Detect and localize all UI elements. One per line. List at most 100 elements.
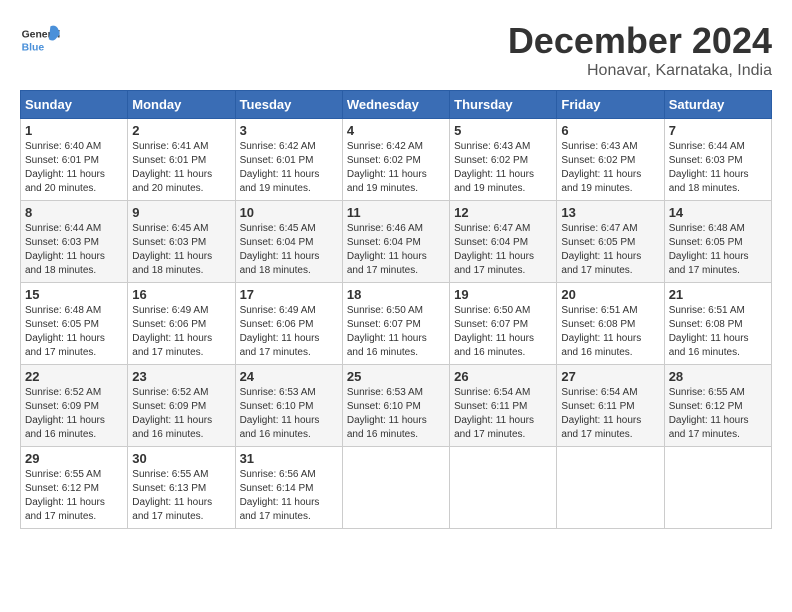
day-number: 20 <box>561 287 659 302</box>
calendar-day-cell: 9 Sunrise: 6:45 AMSunset: 6:03 PMDayligh… <box>128 201 235 283</box>
weekday-header: Thursday <box>450 91 557 119</box>
day-info: Sunrise: 6:51 AMSunset: 6:08 PMDaylight:… <box>669 305 749 358</box>
location: Honavar, Karnataka, India <box>508 62 772 80</box>
weekday-header: Saturday <box>664 91 771 119</box>
day-number: 2 <box>132 123 230 138</box>
day-info: Sunrise: 6:50 AMSunset: 6:07 PMDaylight:… <box>454 305 534 358</box>
calendar-week-row: 8 Sunrise: 6:44 AMSunset: 6:03 PMDayligh… <box>21 201 772 283</box>
day-info: Sunrise: 6:55 AMSunset: 6:13 PMDaylight:… <box>132 469 212 522</box>
weekday-header: Friday <box>557 91 664 119</box>
month-title: December 2024 <box>508 20 772 62</box>
day-number: 10 <box>240 205 338 220</box>
day-number: 3 <box>240 123 338 138</box>
weekday-header: Tuesday <box>235 91 342 119</box>
header-row: SundayMondayTuesdayWednesdayThursdayFrid… <box>21 91 772 119</box>
day-number: 27 <box>561 369 659 384</box>
calendar-week-row: 22 Sunrise: 6:52 AMSunset: 6:09 PMDaylig… <box>21 365 772 447</box>
day-number: 17 <box>240 287 338 302</box>
day-number: 22 <box>25 369 123 384</box>
calendar-day-cell <box>664 447 771 529</box>
day-number: 31 <box>240 451 338 466</box>
calendar-day-cell: 7 Sunrise: 6:44 AMSunset: 6:03 PMDayligh… <box>664 119 771 201</box>
day-info: Sunrise: 6:51 AMSunset: 6:08 PMDaylight:… <box>561 305 641 358</box>
day-info: Sunrise: 6:50 AMSunset: 6:07 PMDaylight:… <box>347 305 427 358</box>
logo-icon: General Blue <box>20 20 60 60</box>
day-number: 29 <box>25 451 123 466</box>
day-info: Sunrise: 6:53 AMSunset: 6:10 PMDaylight:… <box>240 387 320 440</box>
calendar-day-cell: 2 Sunrise: 6:41 AMSunset: 6:01 PMDayligh… <box>128 119 235 201</box>
day-info: Sunrise: 6:55 AMSunset: 6:12 PMDaylight:… <box>25 469 105 522</box>
calendar-week-row: 29 Sunrise: 6:55 AMSunset: 6:12 PMDaylig… <box>21 447 772 529</box>
day-number: 12 <box>454 205 552 220</box>
day-info: Sunrise: 6:56 AMSunset: 6:14 PMDaylight:… <box>240 469 320 522</box>
day-info: Sunrise: 6:48 AMSunset: 6:05 PMDaylight:… <box>669 223 749 276</box>
day-info: Sunrise: 6:46 AMSunset: 6:04 PMDaylight:… <box>347 223 427 276</box>
svg-text:Blue: Blue <box>22 42 45 53</box>
day-info: Sunrise: 6:43 AMSunset: 6:02 PMDaylight:… <box>561 141 641 194</box>
calendar-day-cell: 25 Sunrise: 6:53 AMSunset: 6:10 PMDaylig… <box>342 365 449 447</box>
day-info: Sunrise: 6:47 AMSunset: 6:05 PMDaylight:… <box>561 223 641 276</box>
day-number: 28 <box>669 369 767 384</box>
day-number: 25 <box>347 369 445 384</box>
day-info: Sunrise: 6:45 AMSunset: 6:03 PMDaylight:… <box>132 223 212 276</box>
calendar-day-cell: 15 Sunrise: 6:48 AMSunset: 6:05 PMDaylig… <box>21 283 128 365</box>
day-number: 24 <box>240 369 338 384</box>
calendar-week-row: 1 Sunrise: 6:40 AMSunset: 6:01 PMDayligh… <box>21 119 772 201</box>
day-number: 1 <box>25 123 123 138</box>
calendar-table: SundayMondayTuesdayWednesdayThursdayFrid… <box>20 90 772 529</box>
calendar-week-row: 15 Sunrise: 6:48 AMSunset: 6:05 PMDaylig… <box>21 283 772 365</box>
day-info: Sunrise: 6:42 AMSunset: 6:01 PMDaylight:… <box>240 141 320 194</box>
day-info: Sunrise: 6:54 AMSunset: 6:11 PMDaylight:… <box>561 387 641 440</box>
calendar-day-cell: 24 Sunrise: 6:53 AMSunset: 6:10 PMDaylig… <box>235 365 342 447</box>
day-info: Sunrise: 6:42 AMSunset: 6:02 PMDaylight:… <box>347 141 427 194</box>
logo: General Blue <box>20 20 64 60</box>
calendar-day-cell: 21 Sunrise: 6:51 AMSunset: 6:08 PMDaylig… <box>664 283 771 365</box>
calendar-day-cell: 20 Sunrise: 6:51 AMSunset: 6:08 PMDaylig… <box>557 283 664 365</box>
calendar-day-cell <box>450 447 557 529</box>
day-number: 26 <box>454 369 552 384</box>
calendar-day-cell: 6 Sunrise: 6:43 AMSunset: 6:02 PMDayligh… <box>557 119 664 201</box>
calendar-day-cell: 16 Sunrise: 6:49 AMSunset: 6:06 PMDaylig… <box>128 283 235 365</box>
calendar-day-cell: 27 Sunrise: 6:54 AMSunset: 6:11 PMDaylig… <box>557 365 664 447</box>
calendar-day-cell: 11 Sunrise: 6:46 AMSunset: 6:04 PMDaylig… <box>342 201 449 283</box>
calendar-day-cell: 29 Sunrise: 6:55 AMSunset: 6:12 PMDaylig… <box>21 447 128 529</box>
calendar-day-cell: 1 Sunrise: 6:40 AMSunset: 6:01 PMDayligh… <box>21 119 128 201</box>
day-info: Sunrise: 6:53 AMSunset: 6:10 PMDaylight:… <box>347 387 427 440</box>
day-number: 16 <box>132 287 230 302</box>
day-info: Sunrise: 6:54 AMSunset: 6:11 PMDaylight:… <box>454 387 534 440</box>
day-number: 18 <box>347 287 445 302</box>
calendar-day-cell: 18 Sunrise: 6:50 AMSunset: 6:07 PMDaylig… <box>342 283 449 365</box>
day-number: 19 <box>454 287 552 302</box>
calendar-day-cell <box>557 447 664 529</box>
weekday-header: Monday <box>128 91 235 119</box>
calendar-day-cell: 4 Sunrise: 6:42 AMSunset: 6:02 PMDayligh… <box>342 119 449 201</box>
calendar-day-cell: 8 Sunrise: 6:44 AMSunset: 6:03 PMDayligh… <box>21 201 128 283</box>
day-info: Sunrise: 6:44 AMSunset: 6:03 PMDaylight:… <box>25 223 105 276</box>
calendar-day-cell: 31 Sunrise: 6:56 AMSunset: 6:14 PMDaylig… <box>235 447 342 529</box>
calendar-day-cell: 14 Sunrise: 6:48 AMSunset: 6:05 PMDaylig… <box>664 201 771 283</box>
day-info: Sunrise: 6:40 AMSunset: 6:01 PMDaylight:… <box>25 141 105 194</box>
day-info: Sunrise: 6:55 AMSunset: 6:12 PMDaylight:… <box>669 387 749 440</box>
calendar-day-cell: 5 Sunrise: 6:43 AMSunset: 6:02 PMDayligh… <box>450 119 557 201</box>
calendar-day-cell: 13 Sunrise: 6:47 AMSunset: 6:05 PMDaylig… <box>557 201 664 283</box>
day-info: Sunrise: 6:45 AMSunset: 6:04 PMDaylight:… <box>240 223 320 276</box>
day-info: Sunrise: 6:49 AMSunset: 6:06 PMDaylight:… <box>132 305 212 358</box>
day-number: 30 <box>132 451 230 466</box>
day-info: Sunrise: 6:43 AMSunset: 6:02 PMDaylight:… <box>454 141 534 194</box>
day-number: 14 <box>669 205 767 220</box>
day-info: Sunrise: 6:41 AMSunset: 6:01 PMDaylight:… <box>132 141 212 194</box>
calendar-day-cell: 17 Sunrise: 6:49 AMSunset: 6:06 PMDaylig… <box>235 283 342 365</box>
weekday-header: Sunday <box>21 91 128 119</box>
calendar-day-cell: 19 Sunrise: 6:50 AMSunset: 6:07 PMDaylig… <box>450 283 557 365</box>
day-number: 4 <box>347 123 445 138</box>
calendar-day-cell: 3 Sunrise: 6:42 AMSunset: 6:01 PMDayligh… <box>235 119 342 201</box>
calendar-day-cell: 22 Sunrise: 6:52 AMSunset: 6:09 PMDaylig… <box>21 365 128 447</box>
day-info: Sunrise: 6:52 AMSunset: 6:09 PMDaylight:… <box>132 387 212 440</box>
calendar-day-cell: 30 Sunrise: 6:55 AMSunset: 6:13 PMDaylig… <box>128 447 235 529</box>
day-info: Sunrise: 6:49 AMSunset: 6:06 PMDaylight:… <box>240 305 320 358</box>
day-info: Sunrise: 6:52 AMSunset: 6:09 PMDaylight:… <box>25 387 105 440</box>
day-number: 13 <box>561 205 659 220</box>
day-number: 6 <box>561 123 659 138</box>
calendar-day-cell: 12 Sunrise: 6:47 AMSunset: 6:04 PMDaylig… <box>450 201 557 283</box>
weekday-header: Wednesday <box>342 91 449 119</box>
